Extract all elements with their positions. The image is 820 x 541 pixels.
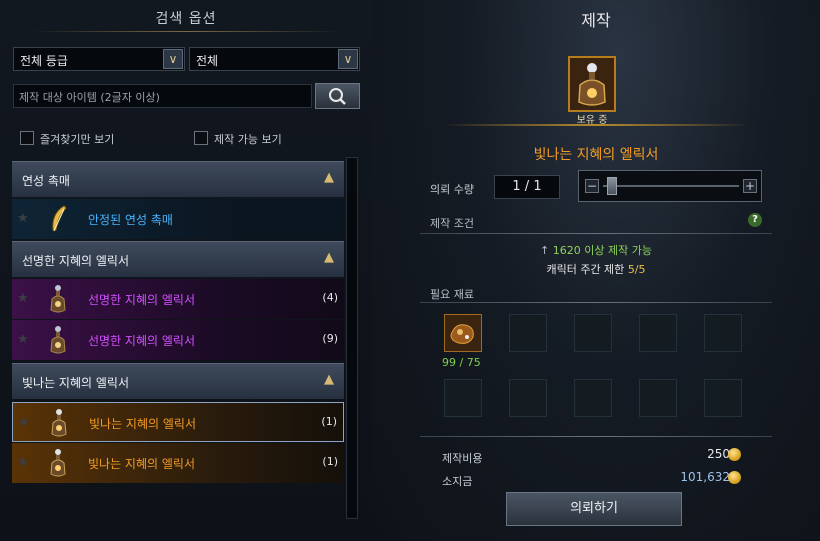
material-slot-empty bbox=[509, 379, 547, 417]
item-count: (4) bbox=[322, 291, 338, 304]
coin-icon bbox=[728, 471, 741, 484]
panel-title: 제작 bbox=[581, 11, 611, 30]
potion-icon bbox=[578, 63, 606, 106]
material-count: 99 / 75 bbox=[442, 356, 481, 369]
weekly-value: 5/5 bbox=[627, 263, 646, 276]
item-count: (1) bbox=[322, 455, 338, 468]
checkbox-box[interactable] bbox=[194, 131, 208, 145]
section-divider bbox=[420, 436, 772, 437]
category-header[interactable]: 선명한 지혜의 엘릭서 ▲ bbox=[12, 241, 344, 277]
search-placeholder: 제작 대상 아이템 (2글자 이상) bbox=[19, 91, 160, 104]
category-header[interactable]: 연성 촉매 ▲ bbox=[12, 161, 344, 197]
star-icon[interactable]: ★ bbox=[17, 332, 29, 347]
money-label: 소지금 bbox=[442, 475, 473, 488]
conditions-label: 제작 조건 bbox=[430, 217, 474, 230]
item-divider bbox=[442, 124, 750, 126]
item-name: 빛나는 지혜의 엘릭서 bbox=[88, 457, 195, 471]
list-item[interactable]: ★ 빛나는 지혜의 엘릭서 (1) bbox=[12, 443, 344, 483]
ore-icon bbox=[450, 324, 474, 344]
recipe-list: 연성 촉매 ▲ ★ 안정된 연성 촉매 선명한 지혜의 엘릭서 ▲ ★ 선명한 … bbox=[12, 157, 344, 519]
materials-label: 필요 재료 bbox=[430, 288, 474, 301]
material-slot-empty bbox=[444, 379, 482, 417]
type-select[interactable]: 전체 ∨ bbox=[189, 47, 360, 71]
material-slot-empty bbox=[704, 379, 742, 417]
slider-track[interactable] bbox=[603, 185, 739, 187]
category-title: 선명한 지혜의 엘릭서 bbox=[22, 254, 129, 268]
plus-icon[interactable]: + bbox=[743, 179, 757, 193]
slider-handle[interactable] bbox=[607, 177, 617, 195]
material-slot-empty bbox=[509, 314, 547, 352]
item-name: 빛나는 지혜의 엘릭서 bbox=[533, 147, 659, 163]
item-name: 안정된 연성 촉매 bbox=[88, 213, 173, 227]
grade-select[interactable]: 전체 등급 ∨ bbox=[13, 47, 185, 71]
search-icon bbox=[329, 88, 346, 105]
crafting-panel: 제작 보유 중 빛나는 지혜의 엘릭서 의뢰 수량 1 / 1 − + 제작 조… bbox=[372, 0, 820, 541]
help-icon[interactable]: ? bbox=[748, 213, 762, 227]
star-icon[interactable]: ★ bbox=[18, 415, 30, 430]
cost-label: 제작비용 bbox=[442, 452, 483, 465]
chevron-up-icon: ▲ bbox=[324, 250, 334, 265]
chevron-down-icon[interactable]: ∨ bbox=[338, 49, 358, 69]
star-icon[interactable]: ★ bbox=[17, 211, 29, 226]
category-header[interactable]: 빛나는 지혜의 엘릭서 ▲ bbox=[12, 363, 344, 399]
quantity-slider[interactable]: − + bbox=[578, 170, 762, 202]
material-slot-empty bbox=[639, 379, 677, 417]
checkbox-box[interactable] bbox=[20, 131, 34, 145]
condition-level-text: 1620 이상 제작 가능 bbox=[552, 244, 652, 257]
coin-icon bbox=[728, 448, 741, 461]
list-item[interactable]: ★ 선명한 지혜의 엘릭서 (4) bbox=[12, 279, 344, 319]
list-item[interactable]: ★ 선명한 지혜의 엘릭서 (9) bbox=[12, 320, 344, 360]
chevron-up-icon: ▲ bbox=[324, 372, 334, 387]
grade-select-value: 전체 등급 bbox=[20, 54, 68, 68]
condition-level: ↑ 1620 이상 제작 가능 bbox=[372, 242, 820, 258]
title-divider bbox=[30, 31, 342, 32]
chevron-down-icon[interactable]: ∨ bbox=[163, 49, 183, 69]
chevron-up-icon: ▲ bbox=[324, 170, 334, 185]
material-slot-empty bbox=[639, 314, 677, 352]
item-slot[interactable] bbox=[568, 56, 616, 112]
quantity-label: 의뢰 수량 bbox=[430, 183, 474, 196]
star-icon[interactable]: ★ bbox=[17, 455, 29, 470]
craftable-label: 제작 가능 보기 bbox=[214, 133, 282, 146]
section-divider bbox=[420, 233, 772, 234]
material-slot-empty bbox=[704, 314, 742, 352]
item-count: (1) bbox=[321, 415, 337, 428]
search-button[interactable] bbox=[315, 83, 360, 109]
money-value: 101,632 bbox=[680, 470, 730, 484]
material-slot-empty bbox=[574, 379, 612, 417]
material-slot-empty bbox=[574, 314, 612, 352]
cost-value: 250 bbox=[707, 447, 730, 461]
search-options-panel: 검색 옵션 전체 등급 ∨ 전체 ∨ 제작 대상 아이템 (2글자 이상) 즐겨… bbox=[0, 0, 372, 541]
feather-icon bbox=[52, 205, 67, 232]
potion-icon bbox=[50, 449, 66, 477]
item-count: (9) bbox=[322, 332, 338, 345]
potion-icon bbox=[51, 409, 67, 437]
potion-icon bbox=[50, 326, 66, 354]
list-item-selected[interactable]: ★ 빛나는 지혜의 엘릭서 (1) bbox=[12, 402, 344, 442]
category-title: 빛나는 지혜의 엘릭서 bbox=[22, 376, 129, 390]
potion-icon bbox=[50, 285, 66, 313]
list-scrollbar[interactable] bbox=[346, 157, 358, 519]
category-title: 연성 촉매 bbox=[22, 174, 70, 188]
panel-title: 검색 옵션 bbox=[155, 11, 217, 27]
list-item[interactable]: ★ 안정된 연성 촉매 bbox=[12, 199, 344, 239]
request-button[interactable]: 의뢰하기 bbox=[506, 492, 682, 526]
section-divider bbox=[420, 302, 772, 303]
weekly-label: 캐릭터 주간 제한 bbox=[546, 263, 628, 276]
type-select-value: 전체 bbox=[196, 54, 219, 68]
minus-icon[interactable]: − bbox=[585, 179, 599, 193]
favorites-label: 즐겨찾기만 보기 bbox=[40, 133, 115, 146]
material-slot[interactable] bbox=[444, 314, 482, 352]
quantity-field[interactable]: 1 / 1 bbox=[494, 175, 560, 199]
search-input[interactable]: 제작 대상 아이템 (2글자 이상) bbox=[13, 84, 312, 108]
level-icon: ↑ bbox=[540, 244, 553, 257]
item-name: 빛나는 지혜의 엘릭서 bbox=[89, 417, 196, 431]
condition-weekly: 캐릭터 주간 제한 5/5 bbox=[372, 261, 820, 277]
item-name: 선명한 지혜의 엘릭서 bbox=[88, 334, 195, 348]
item-name: 선명한 지혜의 엘릭서 bbox=[88, 293, 195, 307]
star-icon[interactable]: ★ bbox=[17, 291, 29, 306]
